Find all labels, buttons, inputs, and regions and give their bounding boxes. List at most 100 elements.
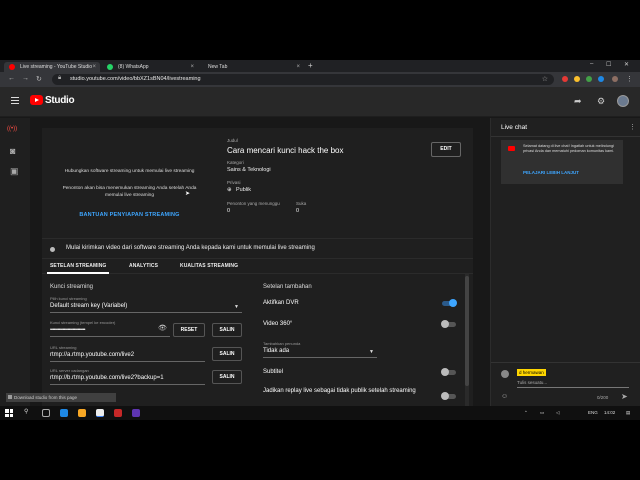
close-tab-icon[interactable]: × [92, 62, 96, 72]
chevron-down-icon[interactable]: ▼ [369, 349, 374, 355]
copy-url-button[interactable]: SALIN [212, 347, 242, 361]
globe-icon: ⊕ [227, 187, 232, 193]
tab-label: (8) WhatsApp [118, 64, 149, 70]
tab-stream-health[interactable]: KUALITAS STREAMING [180, 263, 238, 269]
calendar-icon[interactable]: ▣ [10, 166, 19, 177]
camera-icon[interactable]: ◙ [10, 146, 15, 156]
likes-label: Suka [296, 201, 307, 206]
chat-welcome-text: Selamat datang di live chat! Ingatlah un… [523, 144, 615, 153]
avatar[interactable] [617, 95, 629, 107]
stream-url-label: URL streaming [50, 345, 77, 350]
url-text: studio.youtube.com/video/bbXZ1sBN04/live… [70, 76, 201, 82]
edit-button[interactable]: EDIT [431, 142, 461, 157]
chevron-down-icon[interactable]: ▼ [234, 304, 239, 310]
tab-new-tab[interactable]: New Tab × [200, 62, 304, 72]
video360-toggle[interactable] [441, 320, 456, 328]
extension-icon[interactable] [562, 76, 568, 82]
download-toast[interactable]: Download studio from this page [6, 393, 116, 402]
eye-icon[interactable]: 👁︎ [158, 324, 167, 332]
close-tab-icon[interactable]: × [190, 62, 194, 72]
task-view-icon[interactable] [42, 409, 50, 417]
send-icon[interactable]: ➤ [621, 392, 628, 401]
live-icon[interactable]: ((•)) [7, 126, 17, 132]
studio-header: Studio ➦ ⚙ [0, 87, 640, 117]
close-tab-icon[interactable]: × [296, 62, 300, 72]
lock-icon: 🔒︎ [58, 75, 62, 81]
toggle-knob [441, 320, 449, 328]
dvr-toggle[interactable] [442, 299, 457, 307]
tab-label: Live streaming - YouTube Studio [20, 64, 93, 70]
language-indicator[interactable]: ENG [588, 410, 598, 415]
browser-tab-strip: Live streaming - YouTube Studio × (8) Wh… [0, 60, 640, 72]
latency-select[interactable]: Tidak ada [263, 348, 289, 354]
whatsapp-favicon-icon [107, 64, 113, 70]
toggle-knob [441, 368, 449, 376]
maximize-icon[interactable]: ☐ [606, 61, 611, 68]
reset-button[interactable]: RESET [173, 323, 205, 337]
additional-settings-heading: Setelan tambahan [263, 284, 312, 290]
live-chat-panel: Live chat ⋮ Selamat datang di live chat!… [490, 118, 640, 406]
settings-scrollbar[interactable] [465, 274, 469, 406]
close-window-icon[interactable]: ✕ [624, 61, 629, 68]
video360-label: Video 360° [263, 321, 293, 327]
address-bar[interactable]: 🔒︎ studio.youtube.com/video/bbXZ1sBN04/l… [52, 74, 554, 85]
profile-icon[interactable] [612, 76, 618, 82]
gear-icon[interactable]: ⚙ [597, 96, 605, 107]
folder-icon[interactable] [78, 409, 86, 417]
edge-icon[interactable] [60, 409, 68, 417]
copy-backup-button[interactable]: SALIN [212, 370, 242, 384]
network-icon[interactable]: ▭ [540, 410, 544, 416]
reload-icon[interactable]: ↻ [36, 75, 42, 83]
extension-icon[interactable] [586, 76, 592, 82]
hamburger-menu-icon[interactable] [11, 97, 19, 104]
replay-unlisted-toggle[interactable] [441, 392, 456, 400]
tab-stream-settings[interactable]: SETELAN STREAMING [46, 263, 110, 274]
scrollbar-thumb[interactable] [465, 276, 469, 386]
minimize-icon[interactable]: – [590, 61, 593, 67]
youtube-logo-icon[interactable] [30, 95, 43, 105]
chat-input[interactable]: Tulis sesuatu... [517, 380, 547, 385]
stream-key-heading: Kunci streaming [50, 284, 94, 290]
status-message: Mulai kirimkan video dari software strea… [66, 245, 315, 251]
volume-icon[interactable]: ◁ [556, 410, 559, 416]
chat-welcome-card: Selamat datang di live chat! Ingatlah un… [501, 140, 623, 184]
clock[interactable]: 14:02 [604, 410, 615, 415]
latency-label: Tambahkan penunda [263, 341, 301, 346]
stream-details: Judul Cara mencari kunci hack the box ED… [217, 128, 473, 238]
back-icon[interactable]: ← [8, 75, 15, 82]
stream-key-select[interactable]: Default stream key (Variabel) [50, 303, 127, 309]
chat-menu-icon[interactable]: ⋮ [629, 123, 636, 131]
subtitles-label: Subtitel [263, 369, 284, 375]
share-icon[interactable]: ➦ [574, 96, 582, 107]
notification-icon[interactable]: ▤ [626, 410, 630, 416]
forward-icon[interactable]: → [22, 75, 29, 82]
menu-kebab-icon[interactable]: ⋮ [626, 75, 633, 83]
tab-whatsapp[interactable]: (8) WhatsApp × [102, 62, 198, 72]
search-icon[interactable]: ⚲ [24, 408, 28, 415]
left-rail: ((•)) ◙ ▣ [0, 118, 30, 406]
title-label: Judul [227, 138, 238, 143]
setup-help-link[interactable]: BANTUAN PENYIAPAN STREAMING [42, 212, 217, 218]
extension-icon[interactable] [574, 76, 580, 82]
subtitles-toggle[interactable] [441, 368, 456, 376]
emoji-icon[interactable]: ☺ [501, 393, 508, 400]
copy-key-button[interactable]: SALIN [212, 323, 242, 337]
preview-message: Hubungkan software streaming untuk memul… [64, 169, 195, 174]
chrome-icon[interactable] [96, 409, 104, 417]
stream-status-bar: Mulai kirimkan video dari software strea… [42, 238, 473, 258]
extension-icon[interactable] [598, 76, 604, 82]
learn-more-link[interactable]: PELAJARI LEBIH LANJUT [523, 170, 579, 175]
bookmark-star-icon[interactable]: ☆ [542, 75, 548, 83]
tab-label: New Tab [208, 64, 228, 70]
screen: Live streaming - YouTube Studio × (8) Wh… [0, 60, 640, 420]
backup-url-field[interactable]: rtmp://b.rtmp.youtube.com/live2?backup=1 [50, 375, 164, 381]
tab-youtube-studio[interactable]: Live streaming - YouTube Studio × [4, 62, 100, 72]
windows-start-icon[interactable] [5, 409, 13, 417]
stream-key-field[interactable]: •••••••••••••••••••••••••••• [50, 327, 86, 333]
tab-analytics[interactable]: ANALYTICS [129, 263, 158, 269]
new-tab-button[interactable]: + [308, 61, 313, 70]
app-icon[interactable] [114, 409, 122, 417]
app-icon[interactable] [132, 409, 140, 417]
stream-url-field[interactable]: rtmp://a.rtmp.youtube.com/live2 [50, 352, 134, 358]
tray-chevron-icon[interactable]: ⌃ [524, 410, 528, 416]
